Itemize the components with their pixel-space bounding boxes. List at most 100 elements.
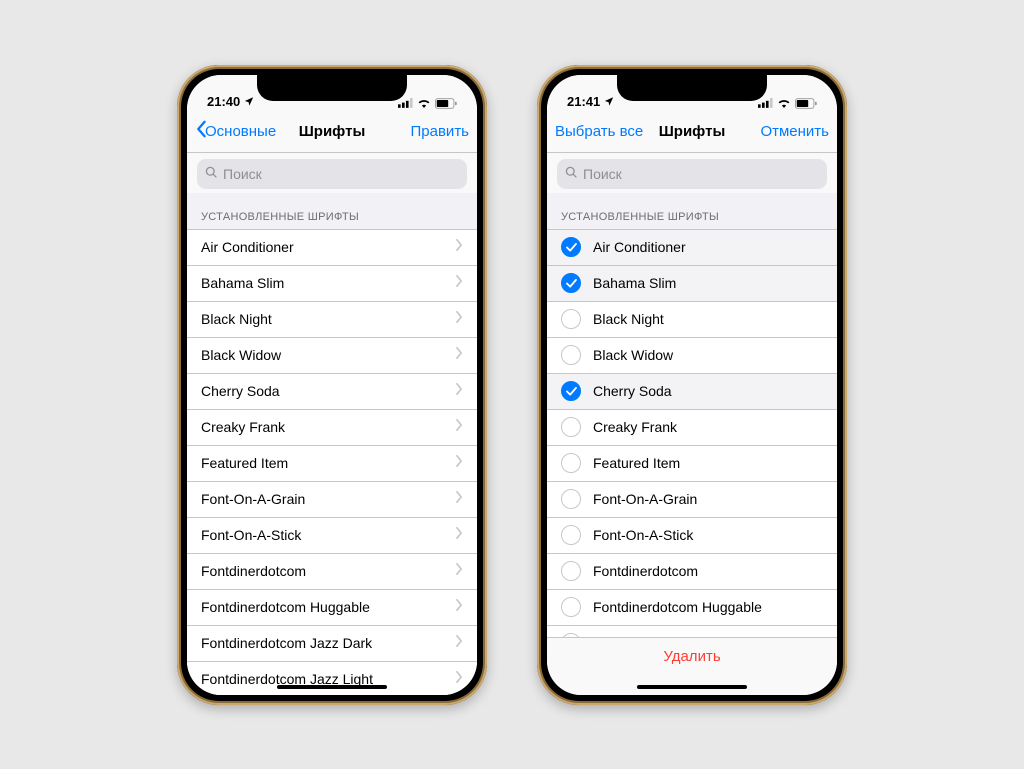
chevron-right-icon <box>456 526 463 544</box>
font-row[interactable]: Fontdinerdotcom <box>547 554 837 590</box>
checkmark-circle-empty-icon[interactable] <box>561 345 581 365</box>
font-row[interactable]: Bahama Slim <box>547 266 837 302</box>
font-name: Black Night <box>201 311 456 327</box>
nav-title: Шрифты <box>645 123 739 140</box>
font-name: Fontdinerdotcom <box>201 563 456 579</box>
font-row[interactable]: Fontdinerdotcom Huggable <box>547 590 837 626</box>
checkmark-circle-empty-icon[interactable] <box>561 597 581 617</box>
edit-button[interactable]: Править <box>379 123 469 140</box>
cancel-button[interactable]: Отменить <box>739 123 829 140</box>
font-row[interactable]: Black Night <box>547 302 837 338</box>
chevron-right-icon <box>456 670 463 688</box>
chevron-right-icon <box>456 310 463 328</box>
font-row[interactable]: Fontdinerdotcom Jazz Dark <box>547 626 837 637</box>
font-name: Bahama Slim <box>201 275 456 291</box>
checkmark-circle-empty-icon[interactable] <box>561 525 581 545</box>
search-container: Поиск <box>187 153 477 198</box>
checkmark-circle-empty-icon[interactable] <box>561 561 581 581</box>
chevron-right-icon <box>456 634 463 652</box>
chevron-right-icon <box>456 490 463 508</box>
nav-bar: Выбрать все Шрифты Отменить <box>547 111 837 153</box>
search-icon <box>565 166 578 182</box>
font-row[interactable]: Font-On-A-Stick <box>187 518 477 554</box>
font-row[interactable]: Black Night <box>187 302 477 338</box>
nav-bar: Основные Шрифты Править <box>187 111 477 153</box>
home-indicator[interactable] <box>277 685 387 689</box>
font-name: Air Conditioner <box>201 239 456 255</box>
select-all-label: Выбрать все <box>555 123 643 140</box>
battery-icon <box>795 98 817 109</box>
checkmark-circle-empty-icon[interactable] <box>561 453 581 473</box>
search-icon <box>205 166 218 182</box>
font-list-edit[interactable]: Air Conditioner Bahama Slim Black Night Bla… <box>547 229 837 637</box>
select-all-button[interactable]: Выбрать все <box>555 123 645 140</box>
font-name: Font-On-A-Grain <box>593 491 823 507</box>
font-row[interactable]: Featured Item <box>547 446 837 482</box>
back-label: Основные <box>205 123 276 140</box>
font-row[interactable]: Black Widow <box>187 338 477 374</box>
battery-icon <box>435 98 457 109</box>
font-name: Fontdinerdotcom Huggable <box>201 599 456 615</box>
font-name: Font-On-A-Stick <box>593 527 823 543</box>
font-row[interactable]: Air Conditioner <box>547 230 837 266</box>
checkmark-circle-empty-icon[interactable] <box>561 489 581 509</box>
screen-right: 21:41 Выбрать все Шрифты <box>547 75 837 695</box>
back-button[interactable]: Основные <box>195 120 285 142</box>
font-name: Fontdinerdotcom Huggable <box>593 599 823 615</box>
font-row[interactable]: Fontdinerdotcom Jazz Dark <box>187 626 477 662</box>
font-row[interactable]: Font-On-A-Stick <box>547 518 837 554</box>
search-input[interactable]: Поиск <box>197 159 467 189</box>
font-name: Fontdinerdotcom <box>593 563 823 579</box>
checkmark-circle-empty-icon[interactable] <box>561 417 581 437</box>
chevron-right-icon <box>456 382 463 400</box>
font-name: Black Widow <box>201 347 456 363</box>
font-row[interactable]: Font-On-A-Grain <box>187 482 477 518</box>
search-input[interactable]: Поиск <box>557 159 827 189</box>
font-list[interactable]: Air Conditioner Bahama Slim Black Night Bla… <box>187 229 477 695</box>
font-row[interactable]: Creaky Frank <box>187 410 477 446</box>
search-placeholder: Поиск <box>223 166 262 182</box>
font-row[interactable]: Featured Item <box>187 446 477 482</box>
notch <box>617 75 767 101</box>
section-header: УСТАНОВЛЕННЫЕ ШРИФТЫ <box>187 193 477 229</box>
font-row[interactable]: Creaky Frank <box>547 410 837 446</box>
font-name: Air Conditioner <box>593 239 823 255</box>
home-indicator[interactable] <box>637 685 747 689</box>
status-time: 21:40 <box>207 94 240 109</box>
search-placeholder: Поиск <box>583 166 622 182</box>
font-name: Black Widow <box>593 347 823 363</box>
delete-button[interactable]: Удалить <box>663 648 720 665</box>
font-row[interactable]: Fontdinerdotcom Huggable <box>187 590 477 626</box>
phone-left: 21:40 Ос <box>177 65 487 705</box>
font-name: Fontdinerdotcom Jazz Dark <box>201 635 456 651</box>
font-row[interactable]: Air Conditioner <box>187 230 477 266</box>
section-header: УСТАНОВЛЕННЫЕ ШРИФТЫ <box>547 193 837 229</box>
chevron-right-icon <box>456 562 463 580</box>
font-row[interactable]: Fontdinerdotcom Jazz Light <box>187 662 477 695</box>
cancel-label: Отменить <box>760 123 829 140</box>
font-row[interactable]: Black Widow <box>547 338 837 374</box>
font-row[interactable]: Font-On-A-Grain <box>547 482 837 518</box>
toolbar: Удалить <box>547 637 837 695</box>
wifi-icon <box>417 98 431 108</box>
font-name: Featured Item <box>593 455 823 471</box>
chevron-right-icon <box>456 418 463 436</box>
chevron-right-icon <box>456 454 463 472</box>
font-row[interactable]: Cherry Soda <box>187 374 477 410</box>
chevron-right-icon <box>456 346 463 364</box>
edit-label: Править <box>411 123 470 140</box>
font-row[interactable]: Bahama Slim <box>187 266 477 302</box>
checkmark-circle-filled-icon[interactable] <box>561 273 581 293</box>
checkmark-circle-empty-icon[interactable] <box>561 309 581 329</box>
font-name: Featured Item <box>201 455 456 471</box>
font-name: Black Night <box>593 311 823 327</box>
nav-title: Шрифты <box>285 123 379 140</box>
checkmark-circle-filled-icon[interactable] <box>561 237 581 257</box>
font-name: Creaky Frank <box>201 419 456 435</box>
signal-icon <box>758 98 773 108</box>
font-row[interactable]: Cherry Soda <box>547 374 837 410</box>
location-icon <box>604 96 614 106</box>
phone-right: 21:41 Выбрать все Шрифты <box>537 65 847 705</box>
font-row[interactable]: Fontdinerdotcom <box>187 554 477 590</box>
checkmark-circle-filled-icon[interactable] <box>561 381 581 401</box>
